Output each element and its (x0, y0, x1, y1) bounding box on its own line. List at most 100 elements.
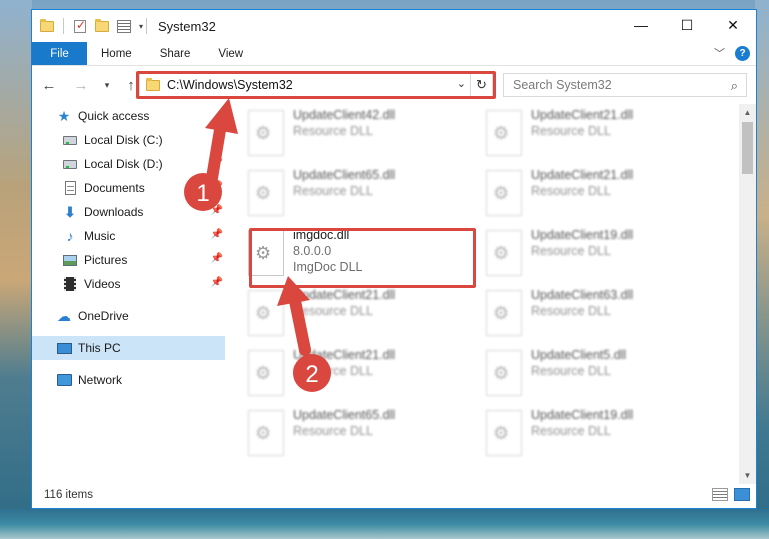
sidebar-item-network[interactable]: Network (32, 368, 225, 392)
tab-file[interactable]: File (32, 42, 87, 65)
sidebar-item-downloads[interactable]: ⬇ Downloads 📌 (32, 200, 225, 224)
new-folder-icon[interactable] (93, 17, 111, 35)
file-type: Resource DLL (531, 124, 611, 138)
quick-access-toolbar: ▾ (38, 17, 143, 35)
address-path[interactable]: C:\Windows\System32 (167, 78, 293, 92)
pin-icon[interactable]: 📌 (211, 157, 223, 168)
file-name: UpdateClient19.dll (531, 408, 634, 422)
sidebar-item-label: Downloads (84, 205, 144, 219)
document-icon (62, 180, 78, 196)
file-type: Resource DLL (293, 364, 373, 378)
sidebar-item-documents[interactable]: Documents 📌 (32, 176, 225, 200)
file-name: UpdateClient5.dll (531, 348, 627, 362)
file-type: Resource DLL (293, 304, 373, 318)
address-dropdown-chevron-icon[interactable]: ⌄ (457, 77, 466, 90)
help-icon[interactable]: ? (735, 45, 750, 61)
file-item[interactable]: UpdateClient63.dll Resource DLL (466, 284, 686, 340)
search-icon[interactable]: ⌕ (731, 78, 738, 94)
recent-locations-chevron-icon[interactable]: ▾ (96, 74, 118, 96)
properties-icon[interactable] (115, 17, 133, 35)
file-name: UpdateClient21.dll (293, 288, 396, 302)
title-divider (146, 18, 148, 34)
file-type: Resource DLL (531, 184, 611, 198)
toolbar-divider (63, 18, 64, 34)
sidebar-item-quick-access[interactable]: ★ Quick access (32, 104, 225, 128)
sidebar-item-label: OneDrive (78, 309, 129, 323)
details-view-icon[interactable] (712, 488, 728, 501)
sidebar-item-onedrive[interactable]: ☁ OneDrive (32, 304, 225, 328)
item-count: 116 items (44, 489, 94, 501)
back-arrow-icon[interactable]: ← (38, 74, 60, 96)
sidebar-item-this-pc[interactable]: This PC (32, 336, 225, 360)
close-button[interactable]: ✕ (710, 10, 756, 40)
scroll-thumb[interactable] (742, 122, 753, 174)
file-item[interactable]: UpdateClient21.dll Resource DLL (466, 104, 686, 160)
tab-view[interactable]: View (204, 42, 257, 65)
large-icons-view-icon[interactable] (734, 488, 750, 501)
file-list: UpdateClient42.dll Resource DLL UpdateCl… (228, 104, 741, 482)
sidebar-item-music[interactable]: ♪ Music 📌 (32, 224, 225, 248)
dll-file-icon (486, 410, 522, 456)
file-item[interactable]: UpdateClient21.dll Resource DLL (228, 284, 448, 340)
file-item[interactable]: UpdateClient42.dll Resource DLL (228, 104, 448, 160)
sidebar-item-label: Local Disk (D:) (84, 157, 163, 171)
pin-icon[interactable]: 📌 (211, 181, 223, 192)
file-type: Resource DLL (293, 424, 373, 438)
vertical-scrollbar[interactable]: ▲ ▼ (739, 104, 756, 484)
file-name: UpdateClient21.dll (293, 348, 396, 362)
pin-icon[interactable]: 📌 (211, 205, 223, 216)
dll-file-icon (486, 350, 522, 396)
maximize-button[interactable]: ☐ (664, 10, 710, 40)
file-version: 8.0.0.0 (293, 244, 332, 258)
sidebar-item-pictures[interactable]: Pictures 📌 (32, 248, 225, 272)
forward-arrow-icon[interactable]: → (70, 74, 92, 96)
cloud-icon: ☁ (57, 307, 71, 324)
sidebar-item-videos[interactable]: Videos 📌 (32, 272, 225, 296)
tab-share[interactable]: Share (146, 42, 205, 65)
navigation-pane: ★ Quick access Local Disk (C:) Local Dis… (32, 104, 225, 484)
file-item[interactable]: UpdateClient19.dll Resource DLL (466, 404, 686, 460)
sidebar-item-label: This PC (78, 341, 121, 355)
file-explorer-window: ▾ System32 — ☐ ✕ File Home Share View ﹀ … (31, 9, 757, 509)
pin-icon[interactable]: 📌 (211, 229, 223, 240)
computer-icon (56, 340, 72, 356)
file-type: Resource DLL (531, 364, 611, 378)
window-title: System32 (158, 18, 216, 34)
file-name: UpdateClient63.dll (531, 288, 634, 302)
file-type: Resource DLL (293, 124, 373, 138)
drive-icon (62, 132, 78, 148)
pin-icon[interactable]: 📌 (211, 277, 223, 288)
address-bar[interactable]: C:\Windows\System32 ⌄ ↻ (139, 73, 493, 97)
search-box[interactable]: ⌕ (503, 73, 747, 97)
refresh-icon[interactable]: ↻ (470, 74, 492, 96)
search-input[interactable] (513, 78, 713, 92)
expand-ribbon-chevron-icon[interactable]: ﹀ (714, 45, 725, 61)
dll-file-icon (486, 110, 522, 156)
file-item[interactable]: UpdateClient19.dll Resource DLL (466, 224, 686, 280)
window-controls: — ☐ ✕ (618, 10, 756, 40)
sidebar-item-label: Quick access (78, 109, 150, 123)
file-item[interactable]: UpdateClient21.dll Resource DLL (466, 164, 686, 220)
file-item[interactable]: UpdateClient5.dll Resource DLL (466, 344, 686, 400)
dll-file-icon (248, 110, 284, 156)
sidebar-item-local-disk-c[interactable]: Local Disk (C:) (32, 128, 225, 152)
file-item-imgdoc[interactable]: imgdoc.dll 8.0.0.0 ImgDoc DLL (228, 224, 448, 280)
file-item[interactable]: UpdateClient65.dll Resource DLL (228, 404, 448, 460)
desktop-background-right (755, 0, 769, 539)
folder-icon (146, 77, 160, 91)
pin-icon[interactable]: 📌 (211, 253, 223, 264)
sidebar-item-label: Network (78, 373, 123, 387)
scroll-up-arrow-icon[interactable]: ▲ (739, 104, 756, 121)
download-icon: ⬇ (64, 203, 76, 220)
properties-check-icon[interactable] (71, 17, 89, 35)
minimize-button[interactable]: — (618, 10, 664, 40)
navigation-bar: ← → ▾ ↑ C:\Windows\System32 ⌄ ↻ ⌕ (32, 66, 756, 104)
sidebar-item-local-disk-d[interactable]: Local Disk (D:) 📌 (32, 152, 225, 176)
folder-icon[interactable] (38, 17, 56, 35)
file-item[interactable]: UpdateClient21.dll Resource DLL (228, 344, 448, 400)
file-item[interactable]: UpdateClient65.dll Resource DLL (228, 164, 448, 220)
file-name: UpdateClient42.dll (293, 108, 396, 122)
file-type: Resource DLL (531, 244, 611, 258)
tab-home[interactable]: Home (87, 42, 146, 65)
customize-toolbar-chevron-icon[interactable]: ▾ (139, 22, 143, 31)
